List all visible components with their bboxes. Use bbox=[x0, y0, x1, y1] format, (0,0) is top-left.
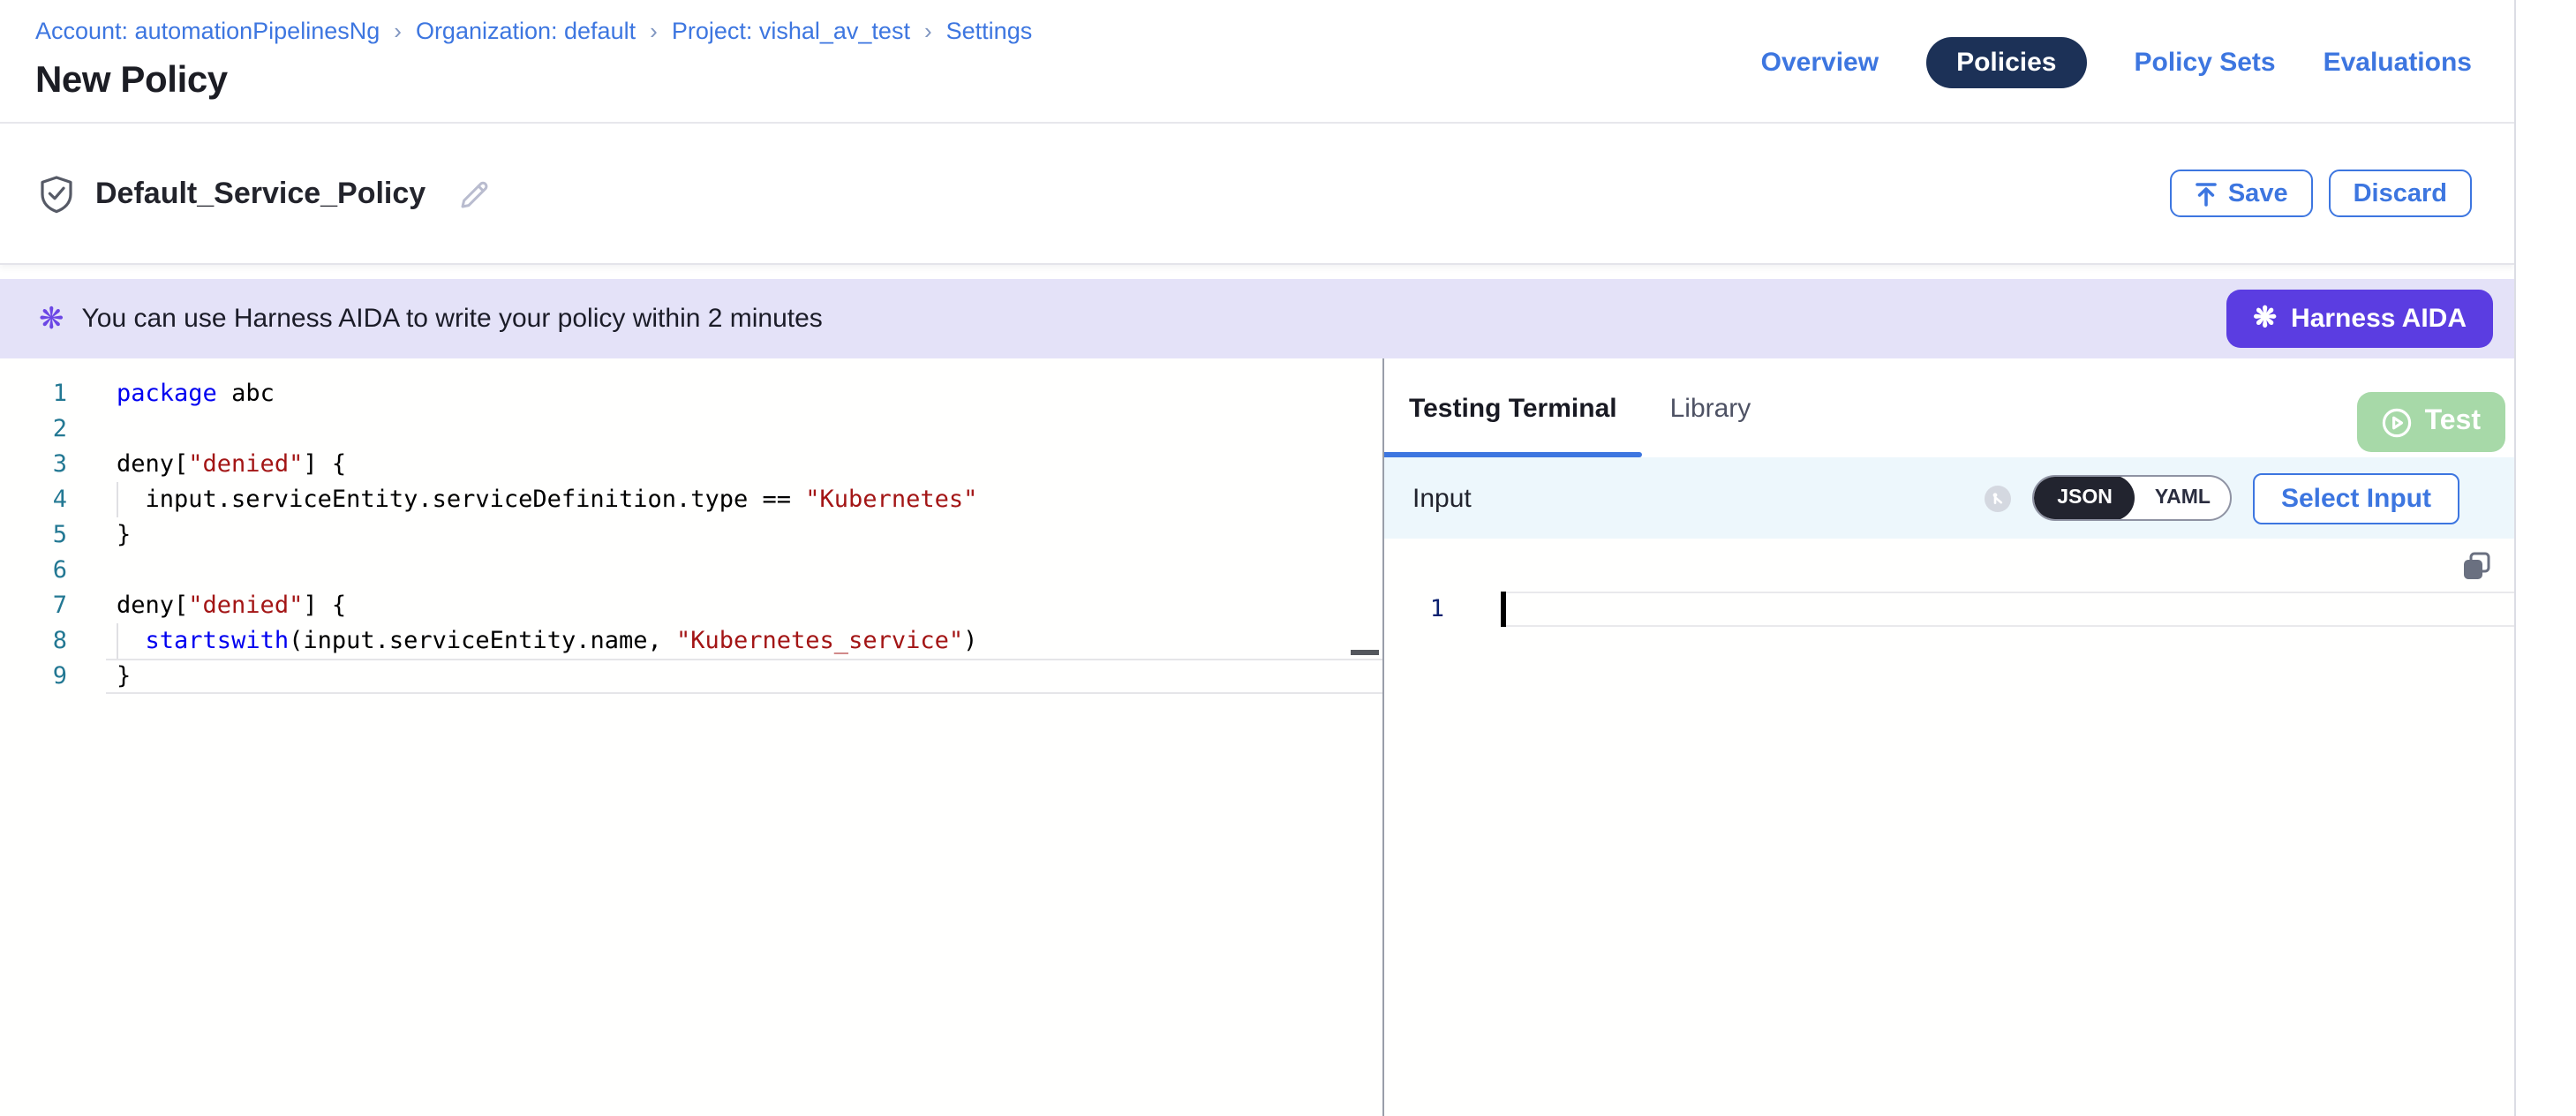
test-button-label: Test bbox=[2425, 406, 2481, 438]
aida-flower-icon: ❋ bbox=[39, 304, 64, 334]
input-section-title: Input bbox=[1412, 483, 1472, 513]
code-line[interactable]: deny["denied"] { bbox=[117, 588, 977, 623]
discard-button[interactable]: Discard bbox=[2329, 170, 2472, 217]
line-number[interactable]: 6 bbox=[0, 553, 67, 588]
input-editor-line-number: 1 bbox=[1384, 592, 1501, 627]
line-number[interactable]: 3 bbox=[0, 447, 67, 482]
code-line[interactable]: } bbox=[117, 517, 977, 553]
line-number[interactable]: 9 bbox=[0, 659, 67, 694]
aida-banner-message: You can use Harness AIDA to write your p… bbox=[82, 304, 823, 334]
upload-icon bbox=[2195, 181, 2218, 206]
editor-content[interactable]: package abc deny["denied"] { input.servi… bbox=[117, 376, 977, 694]
code-line[interactable] bbox=[117, 553, 977, 588]
indent-guide bbox=[117, 482, 118, 517]
input-current-line-highlight bbox=[1501, 592, 2514, 627]
breadcrumb-separator: › bbox=[394, 18, 402, 44]
aida-button-flower-icon: ❋ bbox=[2253, 305, 2277, 333]
policy-shield-icon bbox=[39, 175, 74, 214]
policy-code-editor[interactable]: 123456789 package abc deny["denied"] { i… bbox=[0, 358, 1382, 1116]
page-title: New Policy bbox=[35, 60, 228, 102]
current-line-highlight bbox=[106, 659, 1382, 694]
tab-evaluations[interactable]: Evaluations bbox=[2324, 47, 2472, 77]
save-button[interactable]: Save bbox=[2170, 170, 2313, 217]
page-scrollbar-gutter[interactable] bbox=[2514, 0, 2576, 1116]
breadcrumb-organization[interactable]: Organization: default bbox=[416, 18, 636, 44]
line-number[interactable]: 5 bbox=[0, 517, 67, 553]
harness-aida-button[interactable]: ❋ Harness AIDA bbox=[2226, 290, 2493, 348]
overview-ruler-cursor-marker bbox=[1351, 650, 1379, 655]
copy-icon[interactable] bbox=[2461, 551, 2493, 583]
edit-policy-pencil-icon[interactable] bbox=[457, 177, 491, 211]
app-viewport: Account: automationPipelinesNg › Organiz… bbox=[0, 0, 2576, 1116]
test-button[interactable]: Test bbox=[2358, 392, 2505, 452]
module-nav-tabs: Overview Policies Policy Sets Evaluation… bbox=[1761, 0, 2472, 124]
indent-guide bbox=[117, 623, 118, 659]
code-line[interactable]: package abc bbox=[117, 376, 977, 411]
input-editor[interactable]: 1 bbox=[1384, 539, 2514, 1116]
breadcrumb-separator: › bbox=[924, 18, 932, 44]
tab-policies[interactable]: Policies bbox=[1926, 36, 2086, 87]
tab-testing-terminal[interactable]: Testing Terminal bbox=[1409, 393, 1617, 423]
tab-policy-sets[interactable]: Policy Sets bbox=[2135, 47, 2276, 77]
input-section-header: Input JSON YAML bbox=[1384, 457, 2514, 539]
line-number[interactable]: 2 bbox=[0, 411, 67, 447]
save-button-label: Save bbox=[2228, 179, 2288, 207]
discard-button-label: Discard bbox=[2354, 179, 2447, 207]
code-line[interactable]: deny["denied"] { bbox=[117, 447, 977, 482]
policy-name: Default_Service_Policy bbox=[95, 177, 426, 212]
play-icon bbox=[2383, 407, 2413, 437]
code-line[interactable] bbox=[117, 411, 977, 447]
testing-terminal-panel: Testing Terminal Library Test Input bbox=[1384, 358, 2514, 1116]
code-line[interactable]: startswith(input.serviceEntity.name, "Ku… bbox=[117, 623, 977, 659]
line-number[interactable]: 8 bbox=[0, 623, 67, 659]
breadcrumb-separator: › bbox=[650, 18, 658, 44]
breadcrumb-account[interactable]: Account: automationPipelinesNg bbox=[35, 18, 380, 44]
text-caret bbox=[1501, 592, 1505, 627]
code-line[interactable]: input.serviceEntity.serviceDefinition.ty… bbox=[117, 482, 977, 517]
format-option-yaml[interactable]: YAML bbox=[2135, 477, 2230, 519]
select-input-button[interactable]: Select Input bbox=[2253, 472, 2459, 524]
format-option-json[interactable]: JSON bbox=[2034, 475, 2135, 521]
line-number[interactable]: 1 bbox=[0, 376, 67, 411]
git-branch-icon[interactable] bbox=[1985, 485, 2011, 511]
breadcrumb-settings[interactable]: Settings bbox=[946, 18, 1033, 44]
editor-gutter[interactable]: 123456789 bbox=[0, 376, 106, 694]
format-toggle: JSON YAML bbox=[2032, 475, 2232, 521]
line-number[interactable]: 7 bbox=[0, 588, 67, 623]
aida-banner: ❋ You can use Harness AIDA to write your… bbox=[0, 279, 2514, 358]
policy-toolbar: Default_Service_Policy bbox=[0, 124, 2514, 265]
breadcrumb: Account: automationPipelinesNg › Organiz… bbox=[35, 18, 1032, 44]
terminal-tabs: Testing Terminal Library bbox=[1384, 358, 2514, 457]
aida-button-label: Harness AIDA bbox=[2291, 304, 2467, 334]
main-split: 123456789 package abc deny["denied"] { i… bbox=[0, 358, 2514, 1116]
tab-library[interactable]: Library bbox=[1670, 393, 1751, 423]
tab-overview[interactable]: Overview bbox=[1761, 47, 1879, 77]
line-number[interactable]: 4 bbox=[0, 482, 67, 517]
page-header: Account: automationPipelinesNg › Organiz… bbox=[0, 0, 2514, 124]
breadcrumb-project[interactable]: Project: vishal_av_test bbox=[672, 18, 910, 44]
